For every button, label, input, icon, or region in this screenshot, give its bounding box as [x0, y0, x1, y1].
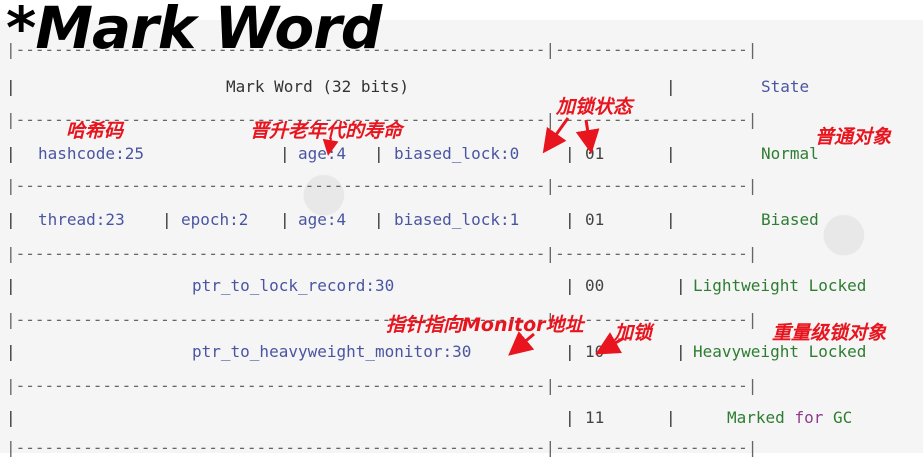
header-state: State — [761, 77, 810, 96]
annotation-lock-state: 加锁状态 — [556, 96, 633, 118]
cell-lock-bits: 10 — [585, 342, 605, 361]
cell-ptr-monitor: ptr_to_heavyweight_monitor:30 — [192, 342, 472, 361]
cell-ptr-lock-record: ptr_to_lock_record:30 — [192, 276, 395, 295]
row-border: | — [666, 210, 676, 229]
separator-line: |---------------------------------------… — [6, 244, 758, 263]
cell-epoch: epoch:2 — [181, 210, 249, 229]
cell-lock-bits: 00 — [585, 276, 605, 295]
cell-lock-bits: 11 — [585, 408, 605, 427]
cell-divider: | — [374, 144, 384, 163]
state-biased: Biased — [761, 210, 819, 229]
state-lightweight: Lightweight Locked — [693, 276, 867, 295]
cell-divider: | — [162, 210, 172, 229]
separator-line: |---------------------------------------… — [6, 438, 758, 457]
annotation-locked: 加锁 — [614, 322, 653, 344]
cell-divider: | — [676, 342, 686, 361]
cell-divider: | — [676, 276, 686, 295]
cell-divider: | — [565, 276, 575, 295]
row-border: | — [6, 342, 16, 361]
header-mark-word: Mark Word (32 bits) — [226, 77, 410, 96]
row-border: | — [6, 210, 16, 229]
cell-lock-bits: 01 — [585, 210, 605, 229]
cell-lock-bits: 01 — [585, 144, 605, 163]
row-border: | — [6, 77, 16, 96]
cell-biased-lock: biased_lock:0 — [394, 144, 520, 163]
row-border: | — [666, 77, 676, 96]
annotation-normal-object: 普通对象 — [815, 126, 892, 148]
cell-hashcode: hashcode:25 — [38, 144, 144, 163]
cell-biased-lock: biased_lock:1 — [394, 210, 520, 229]
cell-divider: | — [280, 210, 290, 229]
annotation-age: 晋升老年代的寿命 — [250, 120, 403, 142]
cell-thread: thread:23 — [38, 210, 125, 229]
state-marked-for-gc: Marked for GC — [727, 408, 853, 427]
cell-divider: | — [280, 144, 290, 163]
mark-word-diagram: ⬤ ⬤ |-----------------------------------… — [0, 0, 923, 457]
cell-divider: | — [565, 408, 575, 427]
separator-line: |---------------------------------------… — [6, 176, 758, 195]
row-border: | — [666, 144, 676, 163]
row-border: | — [6, 276, 16, 295]
cell-divider: | — [565, 210, 575, 229]
cell-divider: | — [374, 210, 384, 229]
state-normal: Normal — [761, 144, 819, 163]
separator-line: |---------------------------------------… — [6, 376, 758, 395]
cell-age: age:4 — [298, 144, 347, 163]
row-border: | — [666, 408, 676, 427]
annotation-heavy-object: 重量级锁对象 — [772, 322, 887, 344]
page-title: *Mark Word — [6, 0, 382, 62]
cell-divider: | — [565, 144, 575, 163]
row-border: | — [6, 408, 16, 427]
annotation-monitor-address: 指针指向Monitor地址 — [386, 314, 584, 336]
cell-age: age:4 — [298, 210, 347, 229]
annotation-hashcode: 哈希码 — [66, 120, 124, 142]
cell-divider: | — [565, 342, 575, 361]
row-border: | — [6, 144, 16, 163]
